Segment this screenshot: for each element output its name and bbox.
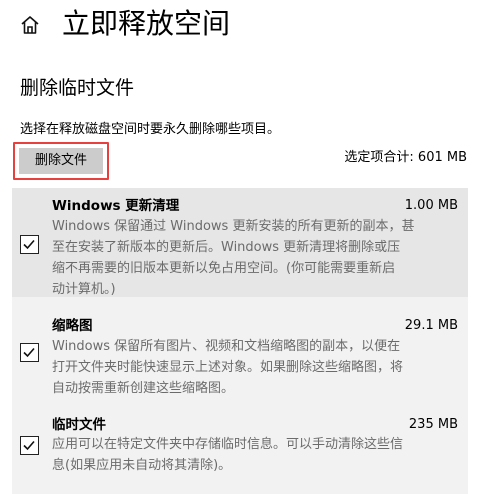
item-description: Windows 保留所有图片、视频和文档缩略图的副本，以便在 打开文件夹时能快速… <box>52 339 404 396</box>
delete-button-highlight: 删除文件 <box>13 142 109 180</box>
item-size: 235 MB <box>408 417 458 432</box>
home-icon[interactable] <box>19 14 41 36</box>
list-item-windows-update-cleanup[interactable]: Windows 更新清理 1.00 MB Windows 保留通过 Window… <box>12 188 468 297</box>
temp-files-list[interactable]: Windows 更新清理 1.00 MB Windows 保留通过 Window… <box>12 188 468 494</box>
item-description: Windows 保留通过 Windows 更新安装的所有更新的副本，甚 至在安装… <box>52 219 415 297</box>
checkmark-icon <box>23 440 35 451</box>
instruction-text: 选择在释放磁盘空间时要永久删除哪些项目。 <box>20 122 281 137</box>
item-size: 29.1 MB <box>404 318 458 333</box>
item-checkbox[interactable] <box>20 235 39 254</box>
item-checkbox[interactable] <box>20 436 39 455</box>
selected-total: 选定项合计: 601 MB <box>344 150 467 165</box>
list-item-temporary-files[interactable]: 临时文件 235 MB 应用可以在特定文件夹中存储临时信息。可以手动清除这些信 … <box>12 407 468 494</box>
item-checkbox[interactable] <box>20 343 39 362</box>
checkmark-icon <box>23 239 35 250</box>
item-name: 临时文件 <box>52 417 106 433</box>
delete-files-button[interactable]: 删除文件 <box>19 148 103 174</box>
item-name: 缩略图 <box>52 318 93 334</box>
header: 立即释放空间 <box>0 0 494 52</box>
list-item-thumbnails[interactable]: 缩略图 29.1 MB Windows 保留所有图片、视频和文档缩略图的副本，以… <box>12 310 468 400</box>
item-description: 应用可以在特定文件夹中存储临时信息。可以手动清除这些信 息(如果应用未自动将其清… <box>52 437 404 473</box>
item-size: 1.00 MB <box>404 198 458 213</box>
page-title: 立即释放空间 <box>62 7 231 40</box>
checkmark-icon <box>23 347 35 358</box>
section-title: 删除临时文件 <box>20 77 135 99</box>
item-name: Windows 更新清理 <box>52 198 180 214</box>
